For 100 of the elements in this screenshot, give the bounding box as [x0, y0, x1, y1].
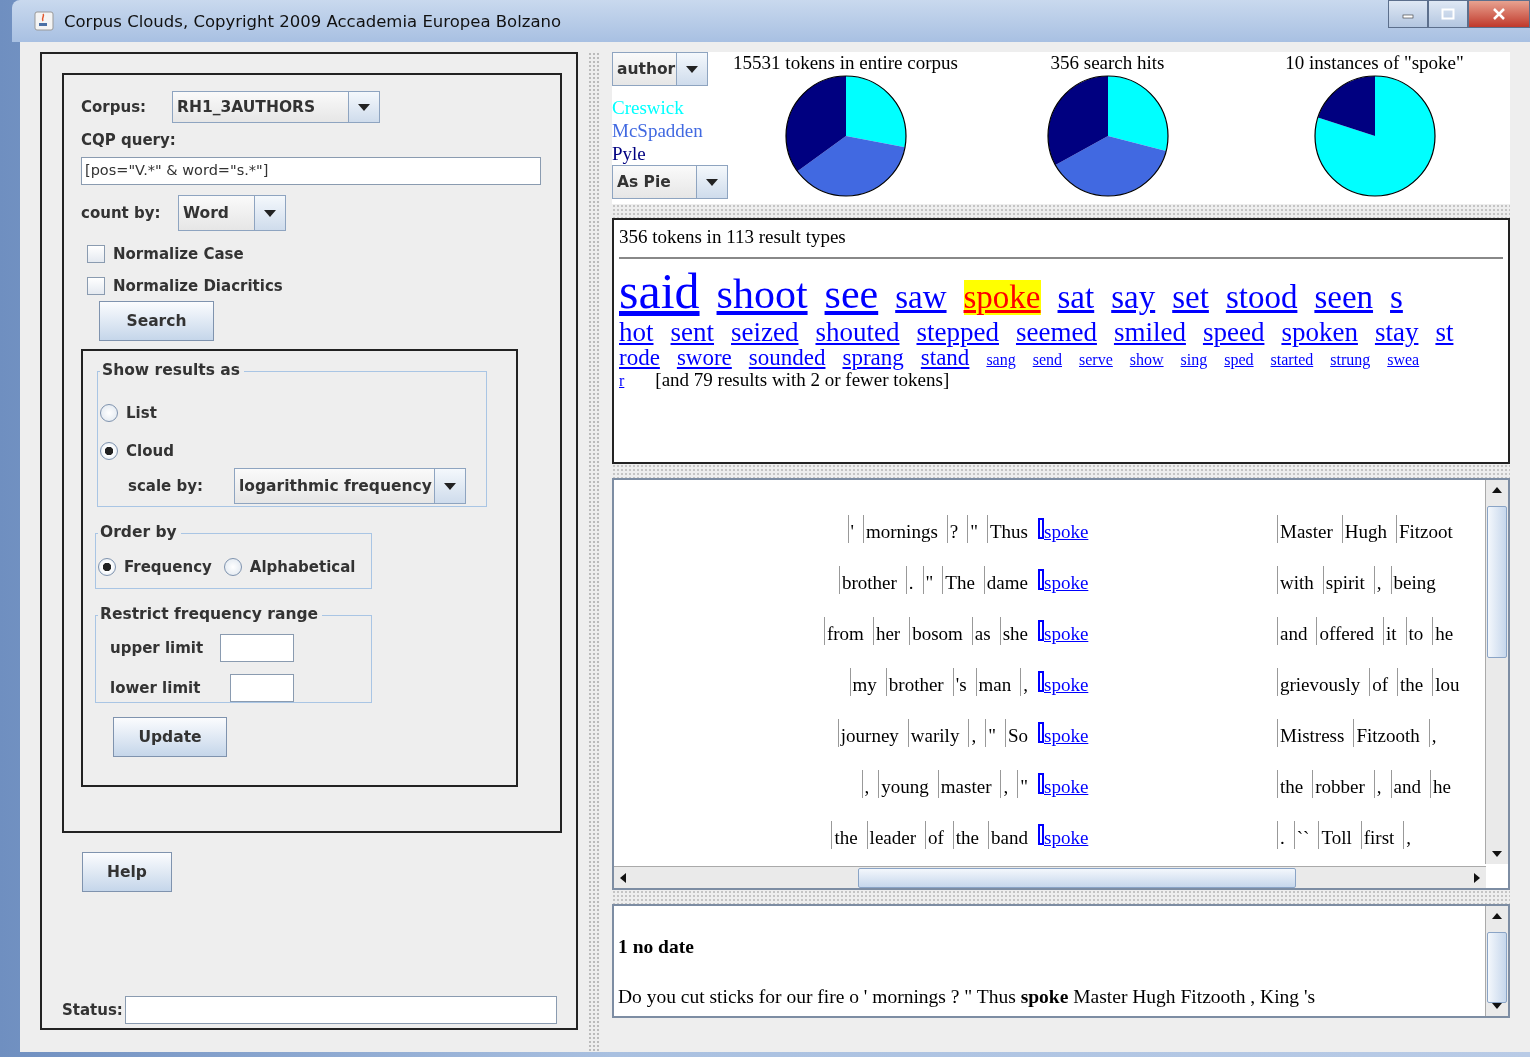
keyword-link[interactable]: spoke — [1044, 572, 1095, 594]
cloud-word-link[interactable]: st — [1435, 317, 1454, 346]
checkbox[interactable] — [87, 245, 105, 263]
help-button[interactable]: Help — [82, 852, 172, 892]
cloud-word-link[interactable]: set — [1172, 280, 1209, 315]
cloud-word-link[interactable]: seized — [731, 317, 799, 346]
cloud-word-link[interactable]: seen — [1314, 280, 1374, 315]
maximize-button[interactable] — [1428, 0, 1468, 28]
cloud-word-link[interactable]: serve — [1079, 351, 1113, 369]
cloud-word-link[interactable]: shoot — [716, 272, 808, 317]
cloud-word-link[interactable]: show — [1129, 351, 1164, 369]
hit-marker-icon — [1038, 569, 1044, 590]
context-word: Fitzoot — [1396, 515, 1453, 543]
cloud-word-link[interactable]: rode — [619, 345, 660, 370]
context-word: she — [999, 617, 1028, 645]
search-button[interactable]: Search — [99, 301, 214, 341]
cloud-word-link[interactable]: s — [1390, 280, 1403, 315]
cloud-word-link[interactable]: sang — [986, 351, 1016, 369]
cloud-word-link[interactable]: speed — [1202, 317, 1265, 346]
count-by-label: count by: — [81, 204, 162, 222]
scroll-up-icon[interactable] — [1492, 487, 1502, 493]
context-word: " — [985, 719, 996, 747]
minimize-button[interactable] — [1388, 0, 1428, 28]
context-word: brother — [885, 668, 944, 696]
facet-dropdown[interactable]: author — [612, 52, 708, 86]
cloud-word-link[interactable]: strung — [1330, 351, 1371, 369]
keyword-link[interactable]: spoke — [1044, 776, 1095, 798]
vertical-scrollbar[interactable] — [1485, 480, 1508, 864]
context-word: `` — [1293, 821, 1310, 849]
radio-button[interactable] — [98, 558, 116, 576]
caret-icon — [358, 103, 370, 111]
cloud-word-link[interactable]: sing — [1180, 351, 1208, 369]
cloud-word-link[interactable]: swea — [1387, 351, 1420, 369]
radio-button[interactable] — [223, 558, 242, 576]
cloud-word-link[interactable]: saw — [895, 280, 947, 315]
lower-limit-label: lower limit — [110, 679, 202, 697]
scale-by-dropdown[interactable]: logarithmic frequency — [234, 468, 466, 504]
chart-type-dropdown[interactable]: As Pie — [612, 165, 728, 199]
context-word: young — [878, 770, 929, 798]
cloud-word-link[interactable]: said — [619, 265, 700, 318]
context-word: he — [1430, 770, 1451, 798]
context-word: of — [1369, 668, 1389, 696]
cloud-word-link[interactable]: spoke — [963, 280, 1041, 315]
scroll-up-icon[interactable] — [1492, 913, 1502, 919]
close-button[interactable] — [1468, 0, 1530, 28]
keyword-link[interactable]: spoke — [1044, 521, 1095, 543]
context-word: 's — [952, 668, 967, 696]
corpus-dropdown[interactable]: RH1_3AUTHORS — [172, 91, 380, 123]
context-word: man — [975, 668, 1012, 696]
scroll-down-icon[interactable] — [1492, 851, 1502, 857]
cloud-word-link[interactable]: see — [824, 272, 879, 317]
scroll-right-icon[interactable] — [1474, 872, 1480, 883]
keyword-link[interactable]: spoke — [1044, 725, 1095, 747]
corpus-label: Corpus: — [81, 98, 148, 116]
hit-marker-icon — [1038, 722, 1044, 743]
cloud-word-link[interactable]: shouted — [815, 317, 900, 346]
cloud-word-link[interactable]: send — [1032, 351, 1063, 369]
cloud-word-link[interactable]: sent — [670, 317, 714, 346]
count-by-dropdown[interactable]: Word — [178, 195, 286, 231]
query-field[interactable]: [pos="V.*" & word="s.*"] — [81, 157, 541, 185]
cloud-word-link[interactable]: hot — [619, 317, 654, 346]
checkbox[interactable] — [87, 277, 105, 295]
context-word: band — [988, 821, 1028, 849]
scroll-left-icon[interactable] — [620, 872, 626, 883]
context-word: The — [942, 566, 975, 594]
keyword-link[interactable]: spoke — [1044, 623, 1095, 645]
cloud-word-link[interactable]: spoken — [1281, 317, 1358, 346]
context-word: " — [967, 515, 978, 543]
context-word: So — [1004, 719, 1028, 747]
context-word: Mistress — [1277, 719, 1345, 747]
keyword-link[interactable]: spoke — [1044, 674, 1095, 696]
lower-limit-field[interactable] — [230, 674, 294, 702]
context-word: " — [1017, 770, 1028, 798]
detail-sentence: Do you cut sticks for our fire o ' mornings ? " Thus spoke Master Hugh Fitzooth , King 's — [618, 986, 1316, 1008]
context-word: warily — [907, 719, 960, 747]
cloud-word-link[interactable]: sprang — [842, 345, 904, 370]
horizontal-scrollbar[interactable] — [614, 866, 1486, 888]
context-word: , — [1403, 821, 1412, 849]
cloud-word-link[interactable]: seemed — [1015, 317, 1097, 346]
vertical-scrollbar[interactable] — [1485, 906, 1508, 1016]
cloud-word-link[interactable]: r — [619, 373, 625, 390]
cloud-word-link[interactable]: sounded — [748, 345, 826, 370]
cloud-word-link[interactable]: stepped — [916, 317, 999, 346]
cloud-word-link[interactable]: stay — [1374, 317, 1419, 346]
context-word: offered — [1316, 617, 1374, 645]
context-word: my — [849, 668, 877, 696]
radio-button[interactable] — [100, 442, 118, 460]
cloud-word-link[interactable]: started — [1270, 351, 1314, 369]
cloud-word-link[interactable]: smiled — [1113, 317, 1186, 346]
radio-button[interactable] — [100, 404, 118, 422]
cloud-word-link[interactable]: say — [1111, 280, 1156, 315]
context-word: robber — [1312, 770, 1365, 798]
cloud-word-link[interactable]: stood — [1225, 280, 1298, 315]
upper-limit-field[interactable] — [220, 634, 294, 662]
update-button[interactable]: Update — [113, 717, 227, 757]
keyword-link[interactable]: spoke — [1044, 827, 1095, 849]
cloud-word-link[interactable]: swore — [676, 345, 732, 370]
cloud-word-link[interactable]: sped — [1224, 351, 1254, 369]
cloud-word-link[interactable]: sat — [1057, 280, 1095, 315]
more-results-note: [and 79 results with 2 or fewer tokens] — [655, 370, 950, 390]
